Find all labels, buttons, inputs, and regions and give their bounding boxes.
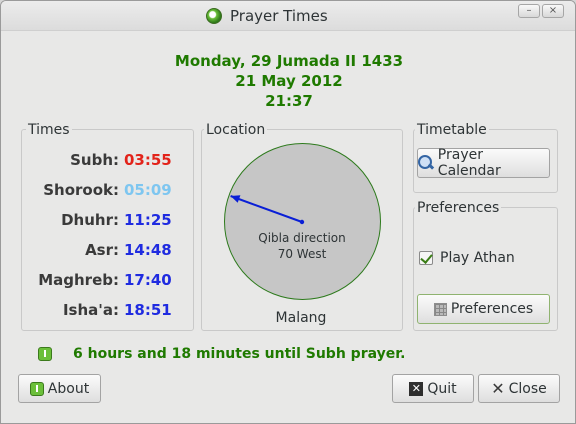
prayer-name: Asr: [85,241,119,259]
prayer-name: Subh: [70,151,119,169]
date-display: Monday, 29 Jumada II 1433 21 May 2012 21… [1,51,575,111]
prayer-row-asr: Asr: 14:48 [23,241,193,261]
about-button[interactable]: About [18,374,101,403]
close-button[interactable]: ✕ Close [478,374,560,403]
timetable-frame-label: Timetable [415,122,489,138]
preferences-button-label: Preferences [450,301,534,317]
times-frame-label: Times [26,122,72,138]
minimize-button[interactable]: – [518,4,540,18]
preferences-icon [433,302,447,316]
prayer-times-app-icon [206,8,222,24]
prayer-row-shorook: Shorook: 05:09 [23,181,193,201]
about-icon [29,381,44,396]
qibla-needle [230,195,305,225]
quit-icon: ✕ [409,381,424,396]
prayer-name: Maghreb: [38,271,119,289]
qibla-direction-value: 70 West [277,247,327,261]
qibla-direction-label: Qibla direction [258,231,346,245]
preferences-frame-label: Preferences [415,200,502,216]
prayer-calendar-label: Prayer Calendar [437,147,501,179]
prayer-time: 18:51 [124,301,172,319]
quit-button[interactable]: ✕ Quit [392,374,474,403]
prayer-time: 14:48 [124,241,172,259]
next-prayer-status: 6 hours and 18 minutes until Subh prayer… [73,346,406,362]
prayer-name: Shorook: [43,181,119,199]
close-window-button[interactable]: × [542,4,564,18]
about-label: About [47,380,90,397]
info-icon [38,347,52,361]
prayer-calendar-button[interactable]: Prayer Calendar [417,147,550,179]
preferences-button[interactable]: Preferences [417,294,550,324]
prayer-time: 03:55 [124,151,172,169]
prayer-time: 05:09 [124,181,172,199]
close-icon: ✕ [491,379,505,398]
current-time: 21:37 [265,92,313,110]
play-athan-label[interactable]: Play Athan [440,250,515,266]
qibla-info: Qibla direction 70 West [231,230,373,262]
play-athan-checkbox[interactable] [419,251,433,265]
quit-label: Quit [427,380,457,397]
prayer-row-dhuhr: Dhuhr: 11:25 [23,211,193,231]
prayer-row-subh: Subh: 03:55 [23,151,193,171]
gregorian-date: 21 May 2012 [235,72,343,90]
prayer-row-ishaa: Isha'a: 18:51 [23,301,193,321]
prayer-row-maghreb: Maghreb: 17:40 [23,271,193,291]
window-title: Prayer Times [230,7,328,25]
location-frame-label: Location [204,122,268,138]
prayer-time: 11:25 [124,211,172,229]
city-name: Malang [275,310,327,326]
close-label: Close [508,380,547,397]
prayer-name: Dhuhr: [61,211,119,229]
prayer-name: Isha'a: [62,301,119,319]
magnifier-icon [418,155,434,171]
prayer-time: 17:40 [124,271,172,289]
prayer-times-window: Prayer Times – × Monday, 29 Jumada II 14… [0,0,576,424]
hijri-date: Monday, 29 Jumada II 1433 [174,52,404,70]
title-bar[interactable]: Prayer Times – × [1,1,575,31]
